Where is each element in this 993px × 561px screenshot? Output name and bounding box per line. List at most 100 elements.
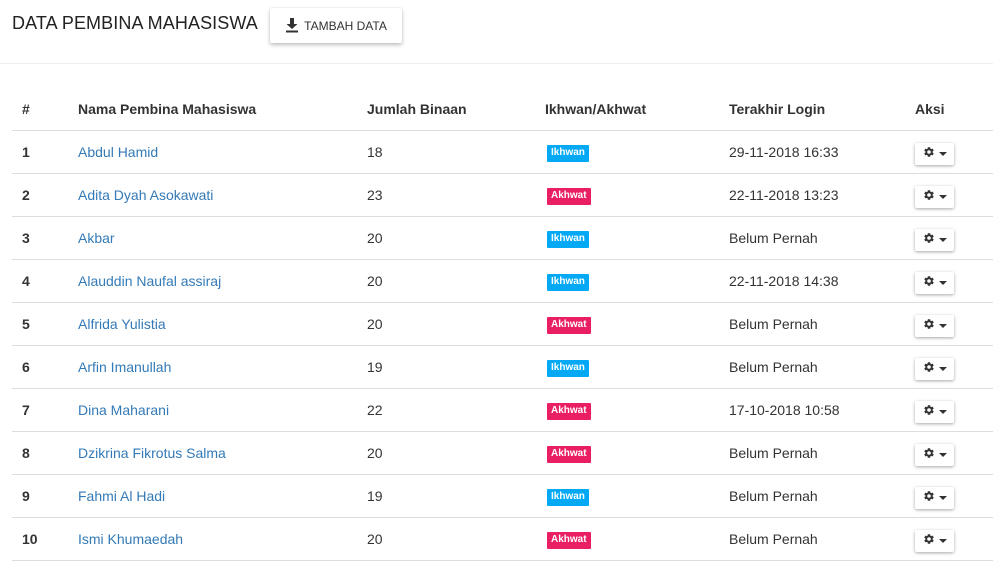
pembina-name-link[interactable]: Adita Dyah Asokawati [78,187,213,203]
binaan-count: 19 [367,345,545,389]
caret-down-icon [938,538,947,543]
name-cell: Akbar [78,216,367,260]
action-menu-button[interactable] [915,314,954,337]
table-row: 2 Adita Dyah Asokawati 23 Akhwat 22-11-2018 … [12,173,993,217]
row-number: 5 [12,302,78,346]
row-number: 9 [12,474,78,518]
pembina-name-link[interactable]: Alfrida Yulistia [78,316,166,332]
column-header-count: Jumlah Binaan [367,87,545,131]
action-menu-button[interactable] [915,185,954,208]
row-number: 1 [12,130,78,174]
action-menu-button[interactable] [915,486,954,509]
gender-badge: Akhwat [547,403,591,420]
name-cell: Fahmi Al Hadi [78,474,367,518]
action-cell [915,388,993,432]
caret-down-icon [938,323,947,328]
last-login: 17-10-2018 10:58 [729,388,915,432]
gender-cell: Ikhwan [545,130,729,174]
row-number: 4 [12,259,78,303]
gender-badge: Akhwat [547,446,591,463]
pembina-name-link[interactable]: Fahmi Al Hadi [78,488,165,504]
caret-down-icon [938,495,947,500]
last-login: Belum Pernah [729,517,915,561]
gear-icon [923,361,935,376]
row-number: 8 [12,431,78,475]
row-number: 3 [12,216,78,260]
gender-cell: Akhwat [545,431,729,475]
last-login: Belum Pernah [729,345,915,389]
pembina-name-link[interactable]: Abdul Hamid [78,144,158,160]
gender-cell: Akhwat [545,388,729,432]
action-menu-button[interactable] [915,228,954,251]
action-menu-button[interactable] [915,271,954,294]
row-number: 6 [12,345,78,389]
column-header-gender: Ikhwan/Akhwat [545,87,729,131]
add-data-label: TAMBAH DATA [304,18,387,33]
column-header-action: Aksi [915,87,993,131]
action-menu-button[interactable] [915,142,954,165]
pembina-table: # Nama Pembina Mahasiswa Jumlah Binaan I… [12,87,993,561]
gear-icon [923,275,935,290]
binaan-count: 22 [367,388,545,432]
action-cell [915,130,993,174]
table-row: 7 Dina Maharani 22 Akhwat 17-10-2018 10:58 [12,388,993,432]
gender-badge: Akhwat [547,188,591,205]
caret-down-icon [938,194,947,199]
table-row: 1 Abdul Hamid 18 Ikhwan 29-11-2018 16:33 [12,130,993,174]
column-header-last-login: Terakhir Login [729,87,915,131]
table-row: 6 Arfin Imanullah 19 Ikhwan Belum Pernah [12,345,993,389]
binaan-count: 23 [367,173,545,217]
gear-icon [923,447,935,462]
column-header-number: # [12,87,78,131]
gender-cell: Ikhwan [545,259,729,303]
name-cell: Alauddin Naufal assiraj [78,259,367,303]
gender-cell: Akhwat [545,517,729,561]
column-header-name: Nama Pembina Mahasiswa [78,87,367,131]
action-cell [915,474,993,518]
gender-badge: Ikhwan [547,145,589,162]
gear-icon [923,146,935,161]
pembina-name-link[interactable]: Arfin Imanullah [78,359,171,375]
caret-down-icon [938,452,947,457]
table-row: 4 Alauddin Naufal assiraj 20 Ikhwan 22-11-20… [12,259,993,303]
action-menu-button[interactable] [915,443,954,466]
name-cell: Adita Dyah Asokawati [78,173,367,217]
add-data-button[interactable]: TAMBAH DATA [270,8,402,43]
gender-badge: Ikhwan [547,274,589,291]
action-cell [915,259,993,303]
pembina-name-link[interactable]: Ismi Khumaedah [78,531,183,547]
binaan-count: 20 [367,431,545,475]
caret-down-icon [938,366,947,371]
row-number: 7 [12,388,78,432]
row-number: 2 [12,173,78,217]
gender-cell: Ikhwan [545,345,729,389]
pembina-name-link[interactable]: Dzikrina Fikrotus Salma [78,445,226,461]
action-cell [915,517,993,561]
last-login: 29-11-2018 16:33 [729,130,915,174]
binaan-count: 20 [367,216,545,260]
last-login: Belum Pernah [729,216,915,260]
gender-badge: Ikhwan [547,360,589,377]
gender-cell: Ikhwan [545,474,729,518]
pembina-name-link[interactable]: Akbar [78,230,115,246]
last-login: 22-11-2018 14:38 [729,259,915,303]
name-cell: Alfrida Yulistia [78,302,367,346]
pembina-name-link[interactable]: Dina Maharani [78,402,169,418]
gender-cell: Akhwat [545,302,729,346]
gender-badge: Ikhwan [547,489,589,506]
table-row: 3 Akbar 20 Ikhwan Belum Pernah [12,216,993,260]
action-menu-button[interactable] [915,529,954,552]
name-cell: Abdul Hamid [78,130,367,174]
action-cell [915,216,993,260]
pembina-name-link[interactable]: Alauddin Naufal assiraj [78,273,221,289]
binaan-count: 20 [367,517,545,561]
table-header-row: # Nama Pembina Mahasiswa Jumlah Binaan I… [12,87,993,131]
last-login: Belum Pernah [729,474,915,518]
name-cell: Dzikrina Fikrotus Salma [78,431,367,475]
gender-badge: Ikhwan [547,231,589,248]
action-cell [915,431,993,475]
action-menu-button[interactable] [915,400,954,423]
action-menu-button[interactable] [915,357,954,380]
page-header: DATA PEMBINA MAHASISWA TAMBAH DATA [0,0,993,64]
caret-down-icon [938,280,947,285]
